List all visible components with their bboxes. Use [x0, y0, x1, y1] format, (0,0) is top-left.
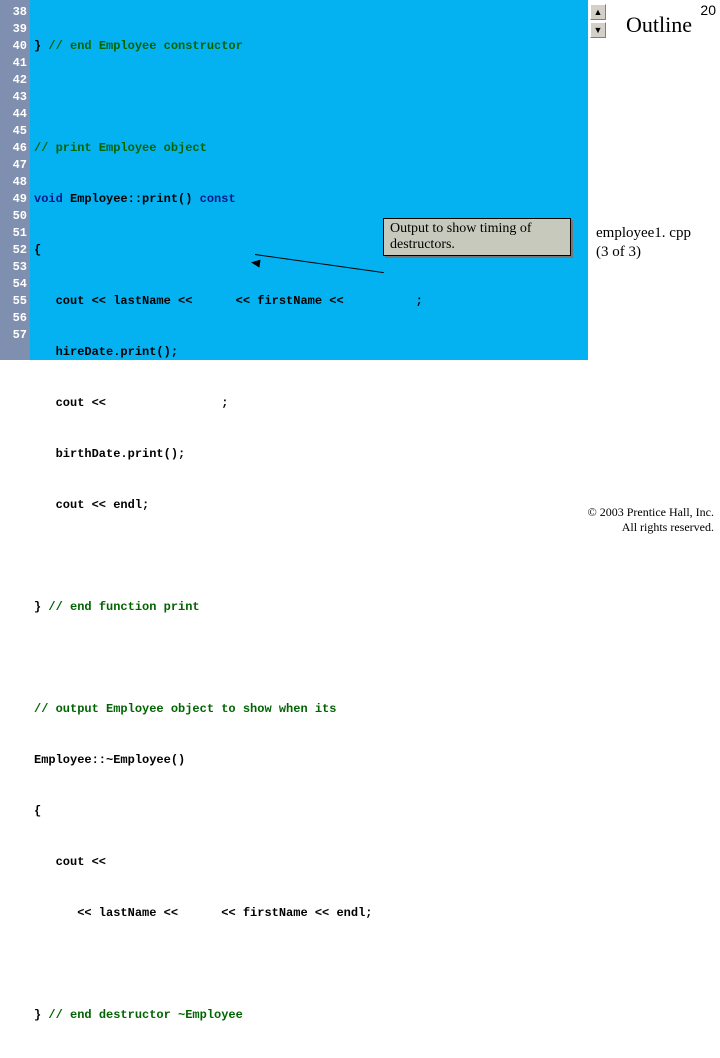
code-text: }: [34, 39, 48, 53]
code-text: }: [34, 600, 48, 614]
line-number: 40: [0, 38, 27, 55]
line-number: 49: [0, 191, 27, 208]
code-text: << firstName <<: [200, 294, 351, 308]
code-area: 3839404142434445464748495051525354555657…: [0, 0, 588, 360]
line-number: 56: [0, 310, 27, 327]
line-number: 47: [0, 157, 27, 174]
code-body: } // end Employee constructor // print E…: [34, 4, 423, 1058]
copyright: © 2003 Prentice Hall, Inc. All rights re…: [588, 505, 714, 534]
line-number: 51: [0, 225, 27, 242]
line-number: 46: [0, 140, 27, 157]
code-text: Employee::print(): [63, 192, 200, 206]
file-label: employee1. cpp (3 of 3): [596, 224, 691, 262]
line-number: 48: [0, 174, 27, 191]
code-comment: // end destructor ~Employee: [48, 1008, 242, 1022]
code-comment: // print Employee object: [34, 141, 207, 155]
outline-title: Outline: [626, 12, 692, 38]
line-number: 52: [0, 242, 27, 259]
line-number: 53: [0, 259, 27, 276]
code-text: cout << lastName <<: [34, 294, 200, 308]
copyright-line1: © 2003 Prentice Hall, Inc.: [588, 505, 714, 519]
line-number: 45: [0, 123, 27, 140]
code-text: ;: [113, 396, 228, 410]
copyright-line2: All rights reserved.: [588, 520, 714, 534]
code-text: }: [34, 1008, 48, 1022]
line-number: 38: [0, 4, 27, 21]
line-number: 41: [0, 55, 27, 72]
callout-text: Output to show timing of destructors.: [390, 221, 532, 252]
code-comment: // end function print: [48, 600, 199, 614]
slide-number: 20: [700, 2, 716, 18]
code-text: hireDate.print();: [34, 345, 178, 359]
line-number: 57: [0, 327, 27, 344]
callout-box: Output to show timing of destructors.: [383, 218, 571, 256]
outline-panel: ▲ ▼ Outline employee1. cpp (3 of 3): [588, 0, 720, 540]
code-text: {: [34, 804, 41, 818]
line-number: 43: [0, 89, 27, 106]
callout-arrowhead: [250, 258, 260, 267]
line-number: 42: [0, 72, 27, 89]
line-number: 44: [0, 106, 27, 123]
code-text: << firstName << endl;: [185, 906, 372, 920]
code-text: Employee::~Employee(): [34, 753, 185, 767]
code-text: cout <<: [34, 396, 113, 410]
code-text: cout <<: [34, 855, 113, 869]
code-comment: // end Employee constructor: [48, 39, 242, 53]
code-keyword: const: [200, 192, 236, 206]
code-text: ;: [351, 294, 423, 308]
code-keyword: void: [34, 192, 63, 206]
line-number: 50: [0, 208, 27, 225]
scroll-down-button[interactable]: ▼: [590, 22, 606, 38]
line-number: 39: [0, 21, 27, 38]
code-text: {: [34, 243, 41, 257]
file-part: (3 of 3): [596, 243, 691, 262]
file-name: employee1. cpp: [596, 224, 691, 243]
arrow-down-icon: ▼: [594, 25, 603, 35]
arrow-up-icon: ▲: [594, 7, 603, 17]
code-text: cout << endl;: [34, 498, 149, 512]
line-number: 55: [0, 293, 27, 310]
code-text: << lastName <<: [34, 906, 185, 920]
line-number: 54: [0, 276, 27, 293]
scroll-up-button[interactable]: ▲: [590, 4, 606, 20]
code-text: birthDate.print();: [34, 447, 185, 461]
code-comment: // output Employee object to show when i…: [34, 702, 336, 716]
line-number-gutter: 3839404142434445464748495051525354555657: [0, 0, 30, 360]
